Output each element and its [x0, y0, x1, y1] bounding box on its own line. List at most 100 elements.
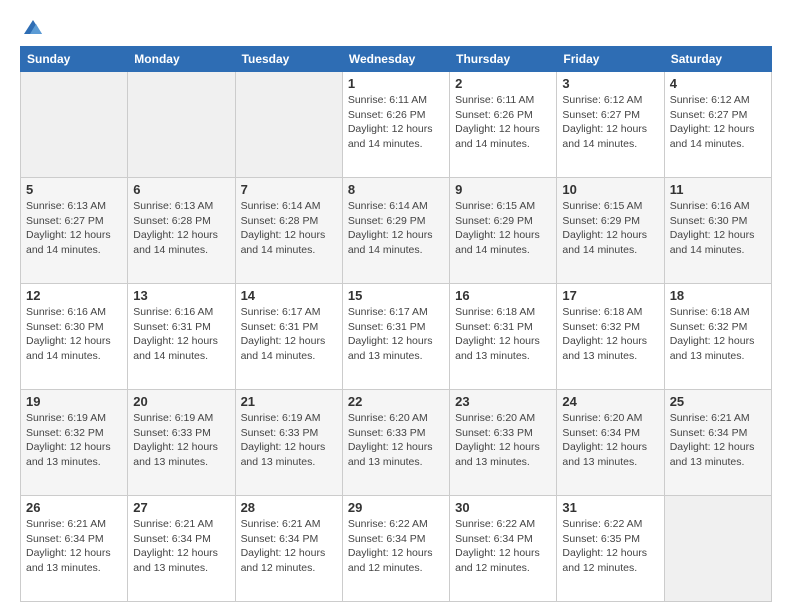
day-number: 8 — [348, 182, 444, 197]
day-info: Sunrise: 6:16 AMSunset: 6:30 PMDaylight:… — [26, 305, 122, 364]
day-number: 13 — [133, 288, 229, 303]
day-cell: 14 Sunrise: 6:17 AMSunset: 6:31 PMDayligh… — [235, 284, 342, 390]
weekday-header-friday: Friday — [557, 47, 664, 72]
day-cell: 20 Sunrise: 6:19 AMSunset: 6:33 PMDayligh… — [128, 390, 235, 496]
week-row-2: 5Sunrise: 6:13 AMSunset: 6:27 PMDaylight… — [21, 178, 772, 284]
day-info: Sunrise: 6:20 AMSunset: 6:33 PMDaylight:… — [348, 411, 444, 470]
day-info: Sunrise: 6:21 AMSunset: 6:34 PMDaylight:… — [133, 517, 229, 576]
day-cell: 22 Sunrise: 6:20 AMSunset: 6:33 PMDayligh… — [342, 390, 449, 496]
day-cell: 5Sunrise: 6:13 AMSunset: 6:27 PMDaylight… — [21, 178, 128, 284]
day-info: Sunrise: 6:17 AMSunset: 6:31 PMDaylight:… — [348, 305, 444, 364]
weekday-header-wednesday: Wednesday — [342, 47, 449, 72]
week-row-5: 26 Sunrise: 6:21 AMSunset: 6:34 PMDayligh… — [21, 496, 772, 602]
day-number: 29 — [348, 500, 444, 515]
day-info: Sunrise: 6:19 AMSunset: 6:32 PMDaylight:… — [26, 411, 122, 470]
day-number: 31 — [562, 500, 658, 515]
week-row-1: 1Sunrise: 6:11 AMSunset: 6:26 PMDaylight… — [21, 72, 772, 178]
day-cell: 8 Sunrise: 6:14 AMSunset: 6:29 PMDaylight… — [342, 178, 449, 284]
day-cell: 3 Sunrise: 6:12 AMSunset: 6:27 PMDaylight… — [557, 72, 664, 178]
day-info: Sunrise: 6:14 AMSunset: 6:28 PMDaylight:… — [241, 199, 337, 258]
day-cell — [664, 496, 771, 602]
day-number: 25 — [670, 394, 766, 409]
day-info: Sunrise: 6:11 AMSunset: 6:26 PMDaylight:… — [455, 93, 551, 152]
day-number: 27 — [133, 500, 229, 515]
day-info: Sunrise: 6:21 AMSunset: 6:34 PMDaylight:… — [241, 517, 337, 576]
week-row-4: 19 Sunrise: 6:19 AMSunset: 6:32 PMDayligh… — [21, 390, 772, 496]
day-number: 5 — [26, 182, 122, 197]
day-number: 16 — [455, 288, 551, 303]
weekday-header-tuesday: Tuesday — [235, 47, 342, 72]
day-info: Sunrise: 6:15 AMSunset: 6:29 PMDaylight:… — [455, 199, 551, 258]
day-number: 18 — [670, 288, 766, 303]
day-cell: 1Sunrise: 6:11 AMSunset: 6:26 PMDaylight… — [342, 72, 449, 178]
day-cell: 6 Sunrise: 6:13 AMSunset: 6:28 PMDaylight… — [128, 178, 235, 284]
day-info: Sunrise: 6:18 AMSunset: 6:32 PMDaylight:… — [562, 305, 658, 364]
day-cell: 21 Sunrise: 6:19 AMSunset: 6:33 PMDayligh… — [235, 390, 342, 496]
day-number: 3 — [562, 76, 658, 91]
day-info: Sunrise: 6:17 AMSunset: 6:31 PMDaylight:… — [241, 305, 337, 364]
day-cell: 13 Sunrise: 6:16 AMSunset: 6:31 PMDayligh… — [128, 284, 235, 390]
day-cell: 26 Sunrise: 6:21 AMSunset: 6:34 PMDayligh… — [21, 496, 128, 602]
day-number: 19 — [26, 394, 122, 409]
day-cell: 23Sunrise: 6:20 AMSunset: 6:33 PMDayligh… — [450, 390, 557, 496]
day-info: Sunrise: 6:15 AMSunset: 6:29 PMDaylight:… — [562, 199, 658, 258]
day-number: 14 — [241, 288, 337, 303]
day-info: Sunrise: 6:12 AMSunset: 6:27 PMDaylight:… — [670, 93, 766, 152]
weekday-header-saturday: Saturday — [664, 47, 771, 72]
weekday-header-monday: Monday — [128, 47, 235, 72]
day-cell: 19 Sunrise: 6:19 AMSunset: 6:32 PMDayligh… — [21, 390, 128, 496]
day-cell: 10Sunrise: 6:15 AMSunset: 6:29 PMDayligh… — [557, 178, 664, 284]
day-info: Sunrise: 6:21 AMSunset: 6:34 PMDaylight:… — [26, 517, 122, 576]
day-number: 6 — [133, 182, 229, 197]
day-cell: 2 Sunrise: 6:11 AMSunset: 6:26 PMDaylight… — [450, 72, 557, 178]
day-cell: 25 Sunrise: 6:21 AMSunset: 6:34 PMDayligh… — [664, 390, 771, 496]
day-number: 2 — [455, 76, 551, 91]
day-number: 4 — [670, 76, 766, 91]
day-number: 24 — [562, 394, 658, 409]
day-cell: 4 Sunrise: 6:12 AMSunset: 6:27 PMDaylight… — [664, 72, 771, 178]
day-cell: 29 Sunrise: 6:22 AMSunset: 6:34 PMDayligh… — [342, 496, 449, 602]
day-number: 30 — [455, 500, 551, 515]
day-cell: 11Sunrise: 6:16 AMSunset: 6:30 PMDayligh… — [664, 178, 771, 284]
day-cell: 31 Sunrise: 6:22 AMSunset: 6:35 PMDayligh… — [557, 496, 664, 602]
day-number: 21 — [241, 394, 337, 409]
page: SundayMondayTuesdayWednesdayThursdayFrid… — [0, 0, 792, 612]
day-number: 12 — [26, 288, 122, 303]
day-cell: 24 Sunrise: 6:20 AMSunset: 6:34 PMDayligh… — [557, 390, 664, 496]
day-info: Sunrise: 6:22 AMSunset: 6:34 PMDaylight:… — [455, 517, 551, 576]
day-info: Sunrise: 6:16 AMSunset: 6:30 PMDaylight:… — [670, 199, 766, 258]
day-info: Sunrise: 6:20 AMSunset: 6:34 PMDaylight:… — [562, 411, 658, 470]
day-number: 22 — [348, 394, 444, 409]
day-info: Sunrise: 6:14 AMSunset: 6:29 PMDaylight:… — [348, 199, 444, 258]
day-cell: 18Sunrise: 6:18 AMSunset: 6:32 PMDayligh… — [664, 284, 771, 390]
day-number: 28 — [241, 500, 337, 515]
day-info: Sunrise: 6:20 AMSunset: 6:33 PMDaylight:… — [455, 411, 551, 470]
day-cell: 17Sunrise: 6:18 AMSunset: 6:32 PMDayligh… — [557, 284, 664, 390]
day-cell: 28 Sunrise: 6:21 AMSunset: 6:34 PMDayligh… — [235, 496, 342, 602]
day-number: 26 — [26, 500, 122, 515]
day-info: Sunrise: 6:12 AMSunset: 6:27 PMDaylight:… — [562, 93, 658, 152]
day-info: Sunrise: 6:21 AMSunset: 6:34 PMDaylight:… — [670, 411, 766, 470]
logo-icon — [22, 18, 44, 36]
day-cell: 27 Sunrise: 6:21 AMSunset: 6:34 PMDayligh… — [128, 496, 235, 602]
day-number: 9 — [455, 182, 551, 197]
day-number: 20 — [133, 394, 229, 409]
weekday-header-sunday: Sunday — [21, 47, 128, 72]
weekday-header-row: SundayMondayTuesdayWednesdayThursdayFrid… — [21, 47, 772, 72]
day-info: Sunrise: 6:19 AMSunset: 6:33 PMDaylight:… — [133, 411, 229, 470]
weekday-header-thursday: Thursday — [450, 47, 557, 72]
day-cell — [128, 72, 235, 178]
day-info: Sunrise: 6:22 AMSunset: 6:34 PMDaylight:… — [348, 517, 444, 576]
day-cell: 15Sunrise: 6:17 AMSunset: 6:31 PMDayligh… — [342, 284, 449, 390]
header — [20, 16, 772, 36]
logo — [20, 16, 44, 36]
day-cell: 7 Sunrise: 6:14 AMSunset: 6:28 PMDaylight… — [235, 178, 342, 284]
day-cell — [21, 72, 128, 178]
day-info: Sunrise: 6:13 AMSunset: 6:28 PMDaylight:… — [133, 199, 229, 258]
day-info: Sunrise: 6:19 AMSunset: 6:33 PMDaylight:… — [241, 411, 337, 470]
day-cell: 16Sunrise: 6:18 AMSunset: 6:31 PMDayligh… — [450, 284, 557, 390]
day-info: Sunrise: 6:16 AMSunset: 6:31 PMDaylight:… — [133, 305, 229, 364]
day-info: Sunrise: 6:22 AMSunset: 6:35 PMDaylight:… — [562, 517, 658, 576]
week-row-3: 12 Sunrise: 6:16 AMSunset: 6:30 PMDayligh… — [21, 284, 772, 390]
day-number: 7 — [241, 182, 337, 197]
